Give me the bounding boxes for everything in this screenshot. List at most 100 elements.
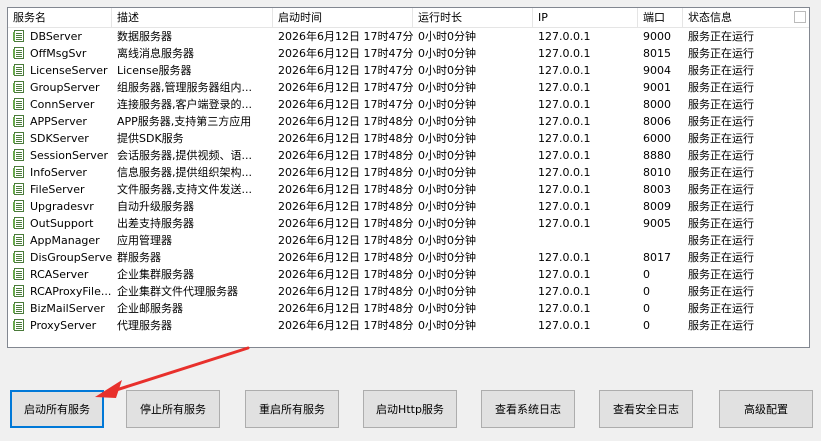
cell-port: 8017 [643,251,671,264]
table-row[interactable]: FileServer 文件服务器,支持文件发送... 2026年6月12日 17时4… [8,181,809,198]
cell-status: 服务正在运行 [688,234,754,247]
table-row[interactable]: ProxyServer 代理服务器 2026年6月12日 17时48分 0小时0分钟 1… [8,317,809,334]
cell-ip: 127.0.0.1 [538,132,591,145]
cell-desc: License服务器 [117,64,192,77]
cell-desc: 群服务器 [117,251,161,264]
cell-name: ConnServer [30,98,95,111]
cell-ip: 127.0.0.1 [538,149,591,162]
stop-all-button[interactable]: 停止所有服务 [126,390,220,428]
start-all-button[interactable]: 启动所有服务 [10,390,104,428]
table-row[interactable]: LicenseServer License服务器 2026年6月12日 17时47分… [8,62,809,79]
table-row[interactable]: InfoServer 信息服务器,提供组织架构... 2026年6月12日 17时4… [8,164,809,181]
cell-ip: 127.0.0.1 [538,30,591,43]
table-row[interactable]: RCAProxyFile... 企业集群文件代理服务器 2026年6月12日 17时… [8,283,809,300]
cell-status: 服务正在运行 [688,98,754,111]
column-header-name[interactable]: 服务名 [8,8,112,27]
cell-status: 服务正在运行 [688,64,754,77]
cell-name: InfoServer [30,166,87,179]
cell-name: GroupServer [30,81,100,94]
cell-status: 服务正在运行 [688,149,754,162]
cell-ip: 127.0.0.1 [538,98,591,111]
cell-start: 2026年6月12日 17时48分 [278,149,413,162]
cell-start: 2026年6月12日 17时47分 [278,81,413,94]
cell-port: 6000 [643,132,671,145]
security-log-button[interactable]: 查看安全日志 [599,390,693,428]
start-http-button[interactable]: 启动Http服务 [363,390,457,428]
cell-start: 2026年6月12日 17时47分 [278,30,413,43]
table-row[interactable]: BizMailServer 企业邮服务器 2026年6月12日 17时48分 0小时0… [8,300,809,317]
cell-start: 2026年6月12日 17时47分 [278,64,413,77]
cell-ip: 127.0.0.1 [538,302,591,315]
table-row[interactable]: APPServer APP服务器,支持第三方应用 2026年6月12日 17时48分… [8,113,809,130]
cell-desc: 应用管理器 [117,234,172,247]
cell-desc: 连接服务器,客户端登录的... [117,98,252,111]
column-header-start-time[interactable]: 启动时间 [273,8,413,27]
cell-uptime: 0小时0分钟 [418,30,476,43]
column-header-port[interactable]: 端口 [638,8,683,27]
cell-desc: 代理服务器 [117,319,172,332]
cell-port: 8009 [643,200,671,213]
cell-desc: 数据服务器 [117,30,172,43]
cell-uptime: 0小时0分钟 [418,64,476,77]
cell-start: 2026年6月12日 17时48分 [278,285,413,298]
cell-port: 8003 [643,183,671,196]
cell-name: LicenseServer [30,64,108,77]
cell-name: BizMailServer [30,302,105,315]
column-header-ip[interactable]: IP [533,8,638,27]
cell-status: 服务正在运行 [688,200,754,213]
table-row[interactable]: Upgradesvr 自动升级服务器 2026年6月12日 17时48分 0小时0分钟… [8,198,809,215]
column-header-status[interactable]: 状态信息 [683,8,809,27]
cell-name: RCAProxyFile... [30,285,112,298]
advanced-button[interactable]: 高级配置 [719,390,813,428]
cell-start: 2026年6月12日 17时48分 [278,115,413,128]
cell-status: 服务正在运行 [688,115,754,128]
table-row[interactable]: ConnServer 连接服务器,客户端登录的... 2026年6月12日 17时4… [8,96,809,113]
cell-status: 服务正在运行 [688,285,754,298]
cell-start: 2026年6月12日 17时48分 [278,217,413,230]
cell-name: ProxyServer [30,319,97,332]
cell-uptime: 0小时0分钟 [418,251,476,264]
cell-desc: 企业邮服务器 [117,302,183,315]
table-row[interactable]: AppManager 应用管理器 2026年6月12日 17时48分 0小时0分钟 服务… [8,232,809,249]
cell-ip: 127.0.0.1 [538,166,591,179]
cell-ip: 127.0.0.1 [538,183,591,196]
cell-uptime: 0小时0分钟 [418,200,476,213]
table-row[interactable]: GroupServer 组服务器,管理服务器组内... 2026年6月12日 17时… [8,79,809,96]
table-row[interactable]: DisGroupServer 群服务器 2026年6月12日 17时48分 0小时0分… [8,249,809,266]
column-header-desc[interactable]: 描述 [112,8,273,27]
cell-start: 2026年6月12日 17时48分 [278,166,413,179]
system-log-button[interactable]: 查看系统日志 [481,390,575,428]
cell-desc: 企业集群服务器 [117,268,194,281]
cell-uptime: 0小时0分钟 [418,98,476,111]
cell-port: 8015 [643,47,671,60]
cell-status: 服务正在运行 [688,47,754,60]
cell-status: 服务正在运行 [688,183,754,196]
table-row[interactable]: OutSupport 出差支持服务器 2026年6月12日 17时48分 0小时0分钟… [8,215,809,232]
cell-port: 8010 [643,166,671,179]
column-header-uptime[interactable]: 运行时长 [413,8,533,27]
cell-desc: 组服务器,管理服务器组内... [117,81,252,94]
column-menu-icon[interactable] [794,11,806,23]
cell-name: SDKServer [30,132,89,145]
annotation-arrow-shaft [108,346,250,394]
service-list[interactable]: 服务名 描述 启动时间 运行时长 IP 端口 状态信息 DBServer 数据服务… [7,7,810,348]
table-row[interactable]: SessionServer 会话服务器,提供视频、语... 2026年6月12日 1… [8,147,809,164]
cell-port: 0 [643,302,650,315]
cell-name: OutSupport [30,217,94,230]
table-row[interactable]: DBServer 数据服务器 2026年6月12日 17时47分 0小时0分钟 127.… [8,28,809,45]
table-row[interactable]: SDKServer 提供SDK服务 2026年6月12日 17时48分 0小时0分钟 1… [8,130,809,147]
cell-ip: 127.0.0.1 [538,47,591,60]
cell-start: 2026年6月12日 17时48分 [278,234,413,247]
cell-uptime: 0小时0分钟 [418,166,476,179]
cell-start: 2026年6月12日 17时48分 [278,302,413,315]
table-row[interactable]: OffMsgSvr 离线消息服务器 2026年6月12日 17时47分 0小时0分钟 1… [8,45,809,62]
cell-port: 8006 [643,115,671,128]
cell-desc: 离线消息服务器 [117,47,194,60]
service-rows: DBServer 数据服务器 2026年6月12日 17时47分 0小时0分钟 127.… [8,28,809,334]
restart-all-button[interactable]: 重启所有服务 [245,390,339,428]
cell-name: DBServer [30,30,82,43]
cell-start: 2026年6月12日 17时48分 [278,200,413,213]
cell-name: APPServer [30,115,87,128]
table-row[interactable]: RCAServer 企业集群服务器 2026年6月12日 17时48分 0小时0分钟 1… [8,266,809,283]
cell-ip: 127.0.0.1 [538,268,591,281]
